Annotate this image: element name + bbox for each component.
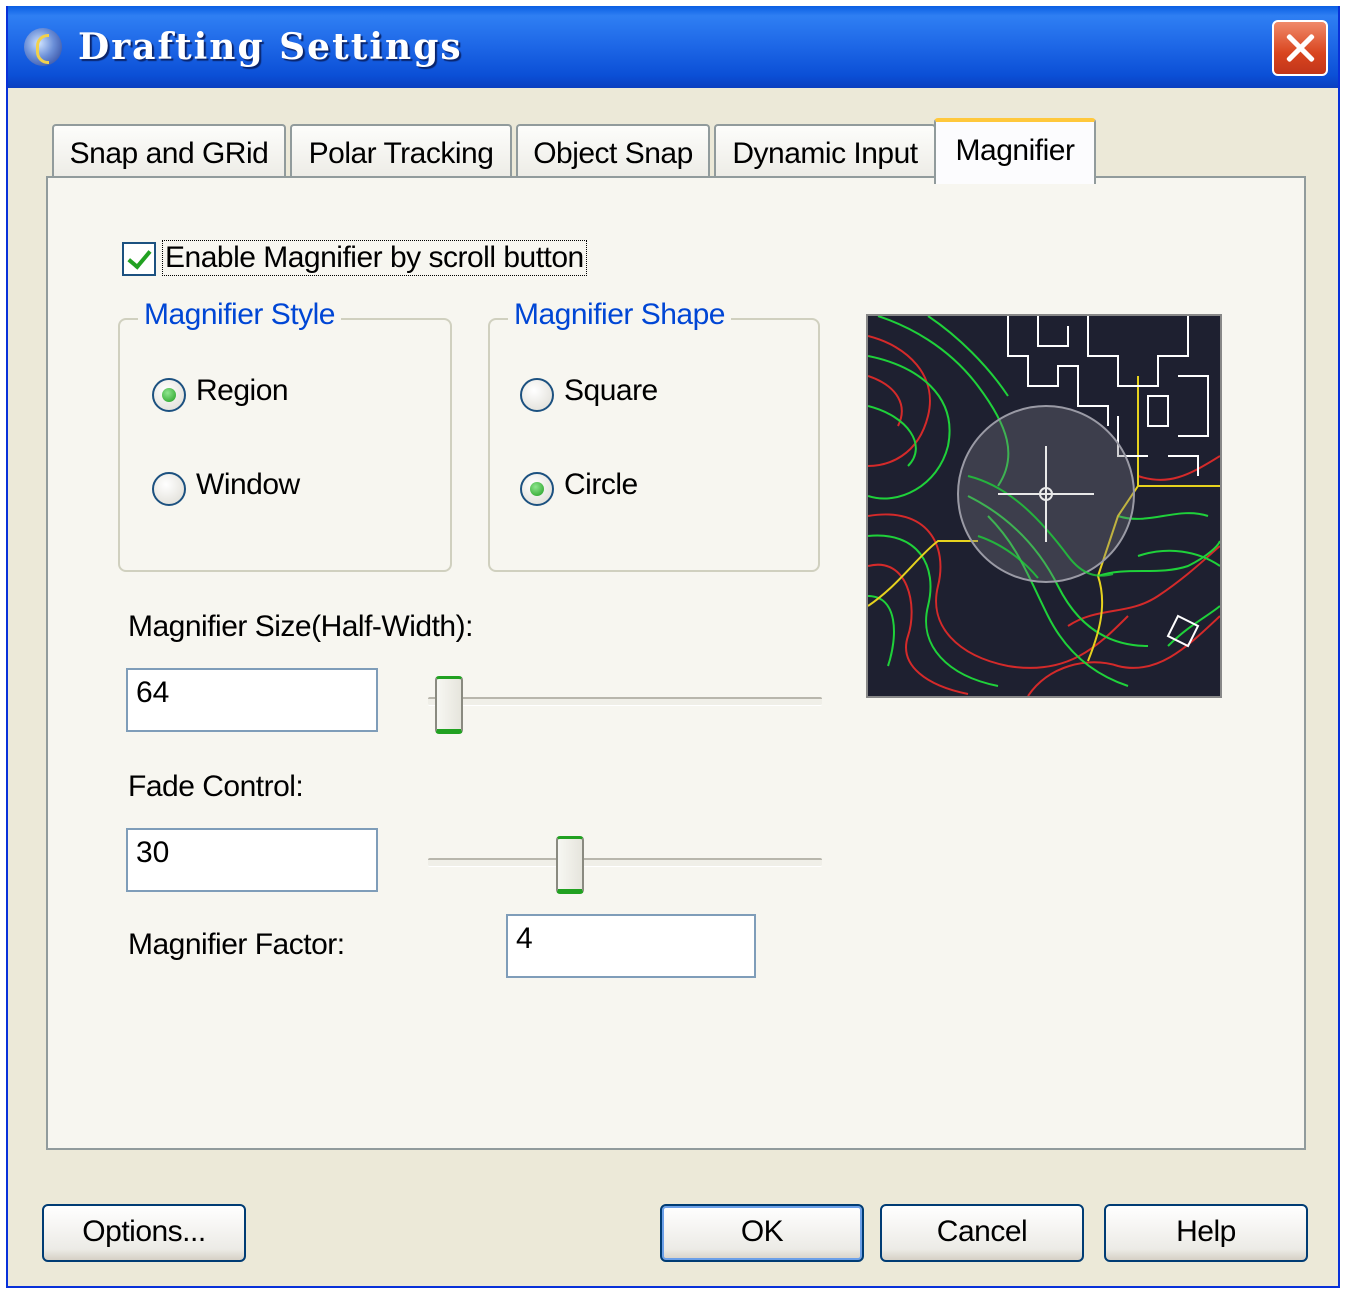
magnifier-tab-panel: Enable Magnifier by scroll button Magnif… xyxy=(46,176,1306,1150)
tab-object-snap[interactable]: Object Snap xyxy=(516,124,710,180)
tab-label: Object Snap xyxy=(533,137,693,170)
tab-label: Snap and GRid xyxy=(69,137,269,170)
magnifier-size-slider-thumb[interactable] xyxy=(435,676,464,734)
tab-label: Magnifier xyxy=(955,134,1075,167)
magnifier-shape-group: Magnifier Shape Square Circle xyxy=(488,298,820,572)
fade-control-label: Fade Control: xyxy=(128,770,304,803)
magnifier-style-title: Magnifier Style xyxy=(138,298,341,332)
tab-magnifier[interactable]: Magnifier xyxy=(934,118,1096,184)
magnifier-style-group: Magnifier Style Region Window xyxy=(118,298,452,572)
help-button[interactable]: Help xyxy=(1104,1204,1308,1262)
magnifier-size-slider-track[interactable] xyxy=(428,697,822,706)
square-label[interactable]: Square xyxy=(564,374,658,408)
tab-snap-and-grid[interactable]: Snap and GRid xyxy=(52,124,286,180)
fade-control-slider-thumb[interactable] xyxy=(556,836,585,894)
magnifier-size-input[interactable]: 64 xyxy=(126,668,378,732)
close-icon[interactable] xyxy=(1272,20,1328,76)
magnifier-factor-label: Magnifier Factor: xyxy=(128,928,345,961)
fade-control-slider-track[interactable] xyxy=(428,858,822,867)
drafting-settings-dialog: Drafting Settings Snap and GRid Polar Tr… xyxy=(6,6,1340,1288)
contour-map-graphic xyxy=(868,316,1220,696)
magnifier-factor-input[interactable]: 4 xyxy=(506,914,756,978)
ok-button[interactable]: OK xyxy=(660,1204,864,1262)
fade-control-input[interactable]: 30 xyxy=(126,828,378,892)
options-button[interactable]: Options... xyxy=(42,1204,246,1262)
enable-magnifier-checkbox[interactable] xyxy=(122,242,156,276)
tab-label: Dynamic Input xyxy=(732,137,918,170)
tab-dynamic-input[interactable]: Dynamic Input xyxy=(714,124,936,180)
window-radio[interactable] xyxy=(152,472,186,506)
tab-polar-tracking[interactable]: Polar Tracking xyxy=(290,124,512,180)
cancel-button[interactable]: Cancel xyxy=(880,1204,1084,1262)
circle-radio[interactable] xyxy=(520,472,554,506)
enable-magnifier-label[interactable]: Enable Magnifier by scroll button xyxy=(162,240,587,276)
title-bar[interactable]: Drafting Settings xyxy=(8,6,1338,88)
magnifier-preview-image xyxy=(866,314,1222,698)
app-logo-icon xyxy=(24,28,62,66)
region-radio[interactable] xyxy=(152,378,186,412)
region-label[interactable]: Region xyxy=(196,374,289,408)
window-label[interactable]: Window xyxy=(196,468,300,502)
magnifier-shape-title: Magnifier Shape xyxy=(508,298,731,332)
square-radio[interactable] xyxy=(520,378,554,412)
dialog-title: Drafting Settings xyxy=(78,26,463,68)
magnifier-size-label: Magnifier Size(Half-Width): xyxy=(128,610,473,643)
tab-label: Polar Tracking xyxy=(308,137,494,170)
circle-label[interactable]: Circle xyxy=(564,468,638,502)
